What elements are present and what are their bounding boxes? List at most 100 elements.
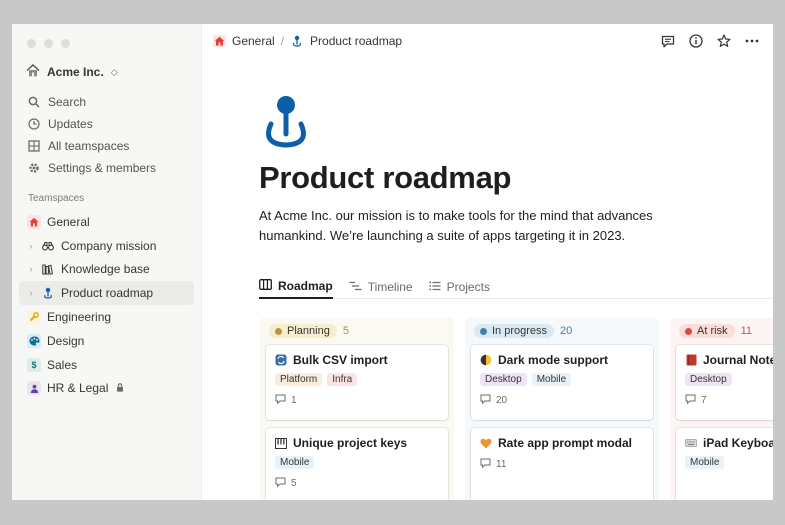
comment-icon <box>480 394 491 407</box>
list-icon <box>428 280 441 294</box>
sidebar-item-label: General <box>47 214 90 229</box>
board-card[interactable]: Rate app prompt modal 11 <box>471 428 653 500</box>
moon-icon <box>480 354 492 366</box>
wrench-icon <box>27 310 41 325</box>
maximize-window-button[interactable] <box>61 39 70 48</box>
board-column-in-progress: In progress 20 Dark mode support Desktop… <box>465 318 659 500</box>
sidebar-item-company-mission[interactable]: › Company mission <box>19 234 194 258</box>
tag-infra[interactable]: Infra <box>327 373 358 386</box>
tab-label: Roadmap <box>278 278 333 293</box>
status-label: Planning <box>287 325 330 337</box>
tag-mobile[interactable]: Mobile <box>531 373 572 386</box>
more-icon[interactable] <box>745 34 759 48</box>
tag-desktop[interactable]: Desktop <box>480 373 527 386</box>
sidebar-item-settings[interactable]: Settings & members <box>12 157 201 179</box>
comment-count: 1 <box>291 395 297 406</box>
status-dot <box>275 327 282 335</box>
dollar-icon: $ <box>27 357 41 372</box>
board-column-at-risk: At risk 11 Journal Notebook Desktop <box>670 318 773 500</box>
page-pin-icon[interactable] <box>260 94 312 150</box>
breadcrumb-current[interactable]: Product roadmap <box>310 34 402 48</box>
sidebar-item-label: HR & Legal <box>47 381 109 396</box>
card-title: Journal Notebook <box>685 353 773 367</box>
board-card[interactable]: Dark mode support Desktop Mobile 20 <box>471 345 653 420</box>
tab-projects[interactable]: Projects <box>428 274 490 299</box>
grid-icon <box>27 140 40 153</box>
chevron-right-icon[interactable]: › <box>27 288 35 298</box>
status-badge[interactable]: In progress <box>474 324 555 338</box>
tab-timeline[interactable]: Timeline <box>349 274 413 299</box>
binoculars-icon <box>41 239 55 253</box>
timeline-icon <box>349 280 362 294</box>
chevron-right-icon[interactable]: › <box>27 241 35 251</box>
info-icon[interactable] <box>689 34 703 48</box>
keyboard-icon <box>685 437 697 449</box>
card-title-text: Dark mode support <box>498 353 609 367</box>
tag-mobile[interactable]: Mobile <box>275 456 315 469</box>
piano-icon <box>275 437 287 449</box>
books-icon <box>41 262 55 276</box>
page-actions <box>661 34 759 48</box>
book-icon <box>685 354 697 366</box>
lock-icon <box>116 383 124 394</box>
minimize-window-button[interactable] <box>44 39 53 48</box>
card-title: Dark mode support <box>480 353 644 367</box>
view-tabs: Roadmap Timeline Projects <box>259 274 773 299</box>
sidebar-item-general[interactable]: General <box>19 210 194 234</box>
sidebar-item-label: Engineering <box>47 310 112 325</box>
sidebar-item-all-teamspaces[interactable]: All teamspaces <box>12 135 201 157</box>
window-controls <box>27 39 70 48</box>
tab-roadmap[interactable]: Roadmap <box>259 274 333 299</box>
close-window-button[interactable] <box>27 39 36 48</box>
card-title-text: Bulk CSV import <box>293 353 388 367</box>
sidebar-item-engineering[interactable]: Engineering <box>19 305 194 329</box>
sidebar-item-search[interactable]: Search <box>12 91 201 113</box>
tag-desktop[interactable]: Desktop <box>685 373 732 386</box>
sidebar-item-updates[interactable]: Updates <box>12 113 201 135</box>
card-comments: 1 <box>275 394 439 407</box>
sidebar-item-knowledge-base[interactable]: › Knowledge base <box>19 258 194 282</box>
tag-mobile[interactable]: Mobile <box>685 456 725 469</box>
card-title: iPad Keyboard <box>685 436 773 450</box>
sidebar-item-label: Updates <box>48 117 93 131</box>
breadcrumb-parent[interactable]: General <box>232 34 275 48</box>
sidebar-item-label: All teamspaces <box>48 139 130 153</box>
board-card[interactable]: iPad Keyboard Mobile <box>676 428 773 500</box>
column-header: At risk 11 <box>676 324 773 338</box>
workspace-name: Acme Inc. <box>47 65 104 79</box>
board-icon <box>259 278 272 293</box>
tag-platform[interactable]: Platform <box>275 373 323 386</box>
column-count: 5 <box>342 325 349 337</box>
card-title-text: Rate app prompt modal <box>498 436 633 450</box>
card-title: Bulk CSV import <box>275 353 439 367</box>
column-header: In progress 20 <box>471 324 653 338</box>
gear-icon <box>27 162 40 175</box>
sidebar-item-product-roadmap[interactable]: › Product roadmap <box>19 281 194 306</box>
palette-icon <box>27 333 41 348</box>
card-title-text: Journal Notebook <box>703 353 773 367</box>
card-tags: Desktop <box>685 373 773 386</box>
board-card[interactable]: Journal Notebook Desktop 7 <box>676 345 773 420</box>
sidebar-item-sales[interactable]: $ Sales <box>19 353 194 377</box>
board-card[interactable]: Unique project keys Mobile 5 <box>266 428 448 500</box>
breadcrumb: General / Product roadmap <box>212 34 402 48</box>
status-label: At risk <box>697 325 728 337</box>
breadcrumb-separator: / <box>280 34 285 48</box>
comment-count: 11 <box>496 459 507 470</box>
sidebar-item-hr-legal[interactable]: HR & Legal <box>19 377 194 401</box>
board-card[interactable]: Bulk CSV import Platform Infra 1 <box>266 345 448 420</box>
tab-label: Projects <box>446 279 490 294</box>
card-comments: 20 <box>480 394 644 407</box>
chevron-updown-icon: ◇ <box>110 66 118 77</box>
chevron-right-icon[interactable]: › <box>27 264 35 274</box>
teamspaces-heading: Teamspaces <box>28 193 85 204</box>
teamspaces-list: General › Company mission › Knowledge ba… <box>12 210 201 400</box>
comment-icon[interactable] <box>661 34 675 48</box>
sidebar-item-design[interactable]: Design <box>19 329 194 353</box>
card-title-text: iPad Keyboard <box>703 436 773 450</box>
comment-icon <box>685 394 696 407</box>
status-badge[interactable]: Planning <box>269 324 337 338</box>
star-icon[interactable] <box>717 34 731 48</box>
workspace-switcher[interactable]: Acme Inc. ◇ <box>26 64 118 80</box>
status-badge[interactable]: At risk <box>679 324 735 338</box>
